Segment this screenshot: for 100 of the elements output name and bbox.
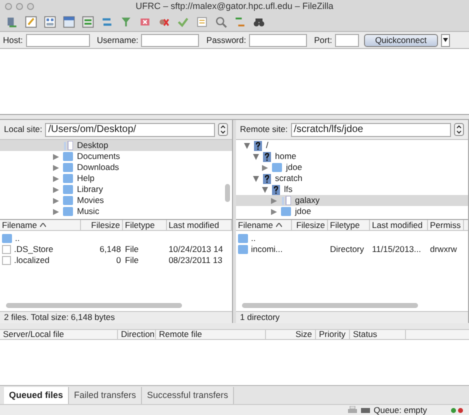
queue-tab[interactable]: Queued files [4, 387, 70, 404]
tree-item[interactable]: home [236, 151, 468, 162]
table-cell: Directory [330, 243, 364, 256]
folder-icon [281, 207, 291, 216]
tree-label: Help [77, 172, 94, 185]
tree-item[interactable]: jdoe [236, 162, 468, 174]
file-row[interactable]: .localized 0 File 08/23/2011 13 [0, 255, 232, 266]
table-cell: .. [251, 232, 256, 245]
queue-status: Queue: empty [374, 404, 427, 415]
column-header[interactable]: Permiss [428, 220, 464, 230]
column-header[interactable]: Filetype [328, 220, 370, 230]
status-light-icon [451, 408, 463, 412]
horizontal-scrollbar-thumb[interactable] [242, 302, 418, 308]
column-header[interactable]: Filesize [292, 220, 328, 230]
tree-item[interactable]: jdoe [236, 206, 468, 218]
tree-item[interactable]: Library [0, 184, 232, 196]
tree-label: jdoe [286, 161, 302, 174]
table-cell: .. [15, 232, 20, 245]
tree-item[interactable]: galaxy [236, 195, 468, 206]
tree-label: jdoe [295, 205, 312, 218]
stepper-icon[interactable] [218, 123, 228, 136]
column-header[interactable]: Filetype [122, 220, 167, 230]
tree-label: Documents [77, 150, 120, 163]
host-label: Host: [3, 34, 23, 46]
tree-item[interactable]: Music [0, 206, 232, 218]
file-row[interactable]: .DS_Store 6,148 File 10/24/2013 14 [0, 244, 232, 256]
file-row[interactable]: .. [0, 233, 232, 244]
site-label: Local site: [4, 123, 42, 136]
column-header[interactable]: Filesize [81, 220, 123, 230]
dropdown-button[interactable] [440, 34, 450, 47]
tree-item[interactable]: Desktop [0, 140, 232, 152]
sort-ascending-icon[interactable] [40, 223, 46, 228]
table-cell: 0 [116, 254, 121, 267]
collapsed-arrow-icon[interactable] [262, 164, 268, 171]
printer-icon [348, 406, 357, 414]
file-row[interactable]: incomi... Directory 11/15/2013... drwxrw [236, 244, 468, 256]
port-field[interactable] [335, 34, 360, 47]
column-header[interactable]: Remote file [156, 330, 266, 339]
search-icon[interactable] [213, 14, 229, 30]
site-path-field[interactable]: /scratch/lfs/jdoe [290, 122, 451, 137]
username-label: Username: [96, 34, 138, 46]
directory-status: 2 files. Total size: 6,148 bytes [4, 311, 115, 324]
directory-status: 1 directory [240, 311, 280, 324]
column-header[interactable]: Size [266, 330, 316, 339]
table-cell: 11/15/2013... [372, 243, 421, 256]
folder-icon [272, 163, 282, 172]
username-field[interactable] [141, 34, 200, 47]
site-path-field[interactable]: /Users/om/Desktop/ [45, 122, 215, 137]
sort-ascending-icon[interactable] [276, 223, 282, 228]
table-cell: File [124, 243, 139, 256]
open-folder-icon [281, 196, 291, 206]
column-header[interactable]: Priority [316, 330, 350, 339]
password-label: Password: [206, 34, 246, 46]
table-cell: .localized [14, 254, 50, 267]
site-label: Remote site: [240, 123, 288, 136]
table-cell: 10/24/2013 14 [168, 243, 223, 256]
table-cell: drwxrw [430, 243, 457, 256]
column-header[interactable]: Status [350, 330, 406, 339]
horizontal-scrollbar-thumb[interactable] [6, 302, 182, 308]
password-field[interactable] [249, 34, 308, 47]
tree-label: / [266, 139, 268, 152]
quickconnect-button[interactable]: Quickconnect [364, 34, 438, 47]
table-cell: 6,148 [100, 243, 121, 256]
tree-item[interactable]: / [236, 140, 468, 152]
tree-label: scratch [275, 172, 302, 185]
window-title: UFRC – sftp://malex@gator.hpc.ufl.edu – FileZilla [136, 0, 334, 13]
notepad-icon[interactable] [23, 14, 39, 30]
folder-icon [2, 234, 12, 244]
table-cell: File [124, 254, 139, 267]
tree-label: Downloads [77, 161, 120, 174]
tree-item[interactable]: lfs [236, 184, 468, 196]
column-header[interactable]: Direction [118, 330, 156, 339]
tree-item[interactable]: Documents [0, 151, 232, 162]
tree-item[interactable]: Downloads [0, 162, 232, 174]
file-row[interactable]: .. [236, 233, 468, 244]
table-cell: 08/23/2011 13 [168, 254, 222, 267]
window-icon[interactable] [61, 14, 77, 30]
tree-label: galaxy [295, 194, 320, 207]
column-header[interactable]: Server/Local file [0, 330, 118, 339]
column-header[interactable]: Last modified [166, 220, 232, 230]
table-cell: .DS_Store [14, 243, 54, 256]
port-label: Port: [314, 34, 332, 46]
grid-icon[interactable] [42, 14, 58, 30]
tree-label: Music [77, 205, 100, 218]
tree-item[interactable]: Movies [0, 195, 232, 206]
queue-tab[interactable]: Failed transfers [69, 387, 142, 404]
host-field[interactable] [26, 34, 90, 47]
tree-item[interactable]: Help [0, 173, 232, 184]
stepper-icon[interactable] [454, 123, 464, 136]
tree-label: Library [77, 183, 103, 196]
column-header[interactable]: Filename [236, 220, 292, 230]
queue-tab[interactable]: Successful transfers [142, 387, 234, 404]
tree-item[interactable]: scratch [236, 173, 468, 184]
list-icon[interactable] [194, 14, 210, 30]
table-cell: incomi... [251, 243, 283, 256]
tree-label: lfs [284, 183, 292, 196]
column-header[interactable]: Filename [0, 220, 82, 230]
scrollbar-thumb[interactable] [225, 184, 230, 202]
tree-label: Desktop [77, 139, 108, 152]
column-header[interactable]: Last modified [370, 220, 428, 230]
